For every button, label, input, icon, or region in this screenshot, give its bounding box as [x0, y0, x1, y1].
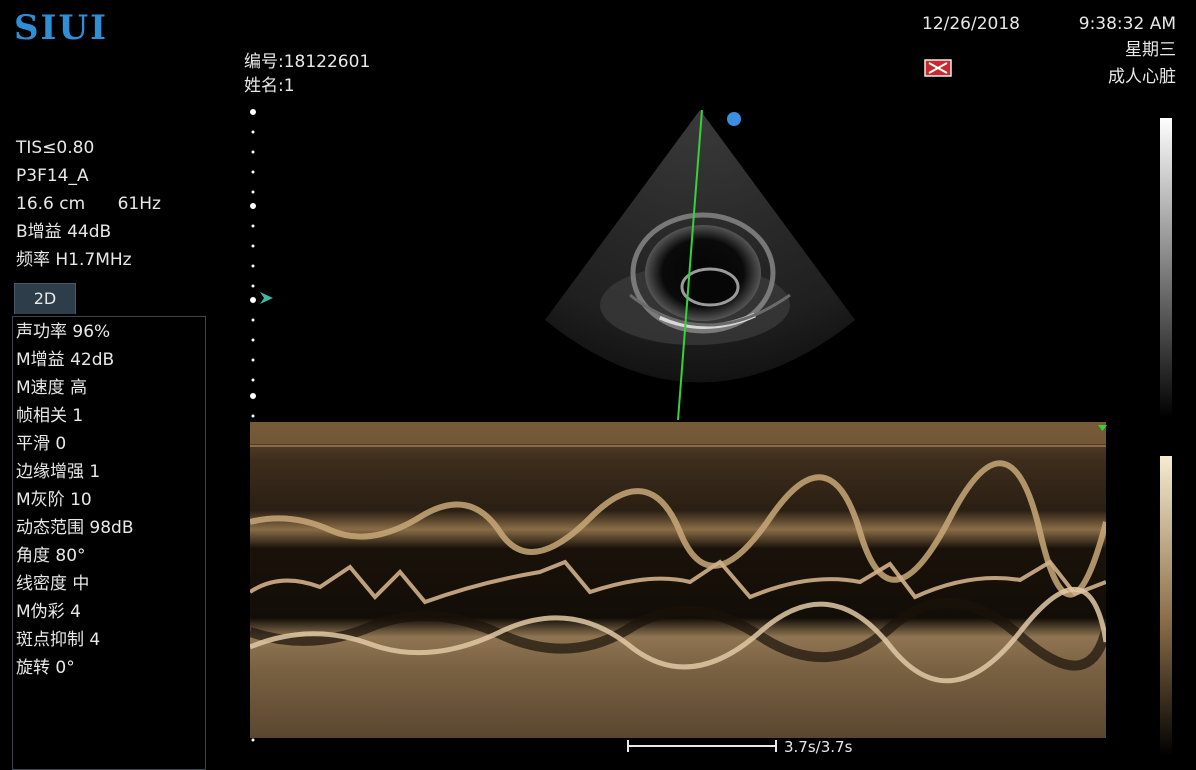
- time-label: 9:38:32 AM: [1078, 14, 1176, 34]
- param-b-gain: B增益 44dB: [16, 222, 112, 242]
- orientation-marker-icon: [727, 112, 741, 126]
- param-probe: P3F14_A: [16, 166, 89, 186]
- param-tis: TIS≤0.80: [16, 138, 95, 158]
- param-depth-framerate: 16.6 cm 61Hz: [16, 194, 161, 214]
- tab-2d[interactable]: 2D: [14, 283, 76, 314]
- m-param-item[interactable]: M速度 高: [16, 374, 134, 402]
- m-param-item[interactable]: 斑点抑制 4: [16, 626, 134, 654]
- m-mode-color-bar: [1160, 456, 1172, 756]
- m-param-item[interactable]: M增益 42dB: [16, 346, 134, 374]
- time-scale-tick-left: [627, 740, 629, 752]
- m-param-item[interactable]: M伪彩 4: [16, 598, 134, 626]
- patient-id: 编号:18122601: [244, 52, 371, 72]
- siui-logo: SIUI: [14, 8, 109, 48]
- focus-marker-icon[interactable]: [258, 290, 274, 309]
- time-scale-label: 3.7s/3.7s: [784, 738, 853, 756]
- m-param-item[interactable]: 声功率 96%: [16, 318, 134, 346]
- param-frequency: 频率 H1.7MHz: [16, 250, 132, 270]
- b-mode-sector-image[interactable]: [520, 105, 880, 425]
- m-line-end-marker-icon: [1098, 419, 1108, 438]
- m-param-item[interactable]: 帧相关 1: [16, 402, 134, 430]
- time-scale-bar: [628, 745, 776, 747]
- patient-name: 姓名:1: [244, 76, 295, 96]
- m-param-item[interactable]: 角度 80°: [16, 542, 134, 570]
- freeze-indicator-icon: [924, 58, 952, 78]
- m-params-list: 声功率 96% M增益 42dB M速度 高 帧相关 1 平滑 0 边缘增强 1…: [16, 318, 134, 682]
- grayscale-bar: [1160, 118, 1172, 418]
- time-scale-tick-right: [775, 740, 777, 752]
- m-param-item[interactable]: 动态范围 98dB: [16, 514, 134, 542]
- date-label: 12/26/2018: [922, 14, 1020, 34]
- m-param-item[interactable]: 旋转 0°: [16, 654, 134, 682]
- m-mode-trace[interactable]: [250, 422, 1106, 738]
- m-param-item[interactable]: 平滑 0: [16, 430, 134, 458]
- weekday-label: 星期三: [1125, 40, 1176, 60]
- imaging-params: TIS≤0.80 P3F14_A 16.6 cm 61Hz B增益 44dB 频…: [16, 134, 161, 274]
- m-param-item[interactable]: 边缘增强 1: [16, 458, 134, 486]
- m-param-item[interactable]: 线密度 中: [16, 570, 134, 598]
- m-param-item[interactable]: M灰阶 10: [16, 486, 134, 514]
- exam-preset-label[interactable]: 成人心脏: [1108, 67, 1176, 87]
